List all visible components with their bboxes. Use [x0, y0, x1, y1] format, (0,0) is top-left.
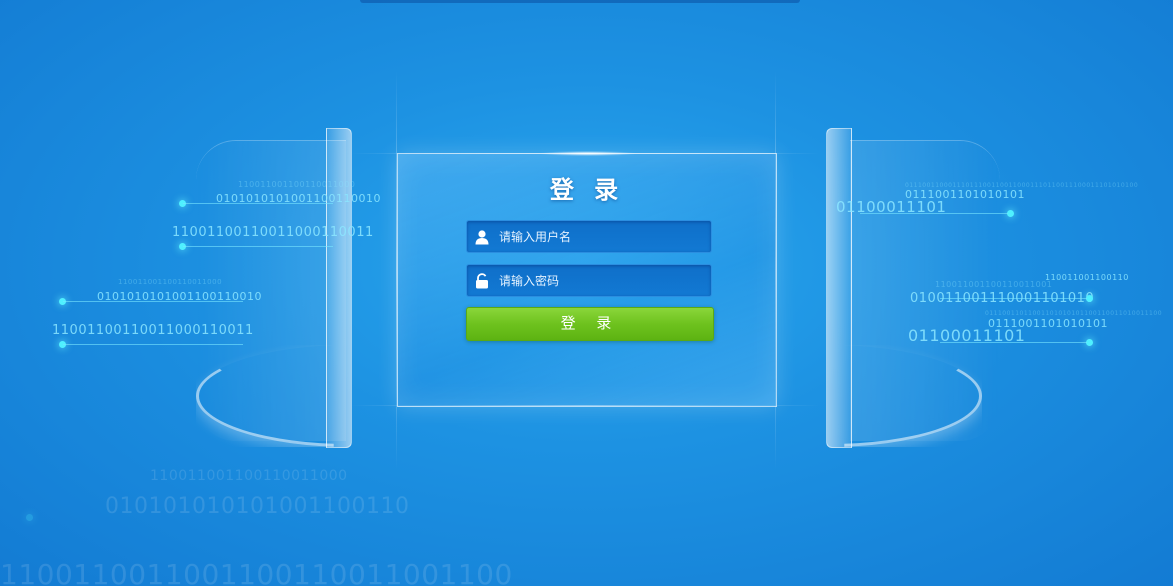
- node-line: [860, 213, 1008, 214]
- node-dot: [1007, 210, 1014, 217]
- unlock-icon: [467, 265, 497, 296]
- node-line: [940, 342, 1087, 343]
- login-panel: 登 录 登 录: [397, 151, 777, 407]
- top-bar-decoration: [360, 0, 800, 3]
- node-line: [940, 298, 1087, 299]
- binary-text: 11001100110011000110011: [52, 323, 254, 338]
- node-dot: [1086, 339, 1093, 346]
- login-button[interactable]: 登 录: [466, 307, 714, 341]
- password-input[interactable]: [497, 266, 711, 295]
- username-input[interactable]: [497, 222, 711, 251]
- binary-text: 110011001100110011001: [935, 280, 1053, 289]
- binary-text: 010101010101001100110: [105, 494, 410, 519]
- binary-text: 110011001100110: [1045, 273, 1129, 282]
- binary-text: 0111001101100110101010110011001101001110…: [985, 310, 1163, 317]
- binary-text: 11001100110011000110011: [172, 225, 374, 240]
- node-line: [183, 203, 333, 204]
- binary-text: 110011001100110011000: [238, 180, 356, 189]
- panel-glow: [538, 151, 638, 156]
- password-field[interactable]: [466, 264, 712, 297]
- node-line: [63, 344, 243, 345]
- login-title: 登 录: [549, 176, 625, 204]
- node-dot: [1086, 295, 1093, 302]
- node-dot: [26, 514, 33, 521]
- user-icon: [467, 221, 497, 252]
- binary-text: 110011001100110011000: [118, 278, 223, 286]
- username-field[interactable]: [466, 220, 712, 253]
- node-line: [183, 246, 333, 247]
- binary-text: 110011001100110011000: [150, 468, 348, 484]
- node-line: [63, 301, 243, 302]
- binary-text: 1100110011001100110011001100: [0, 558, 513, 586]
